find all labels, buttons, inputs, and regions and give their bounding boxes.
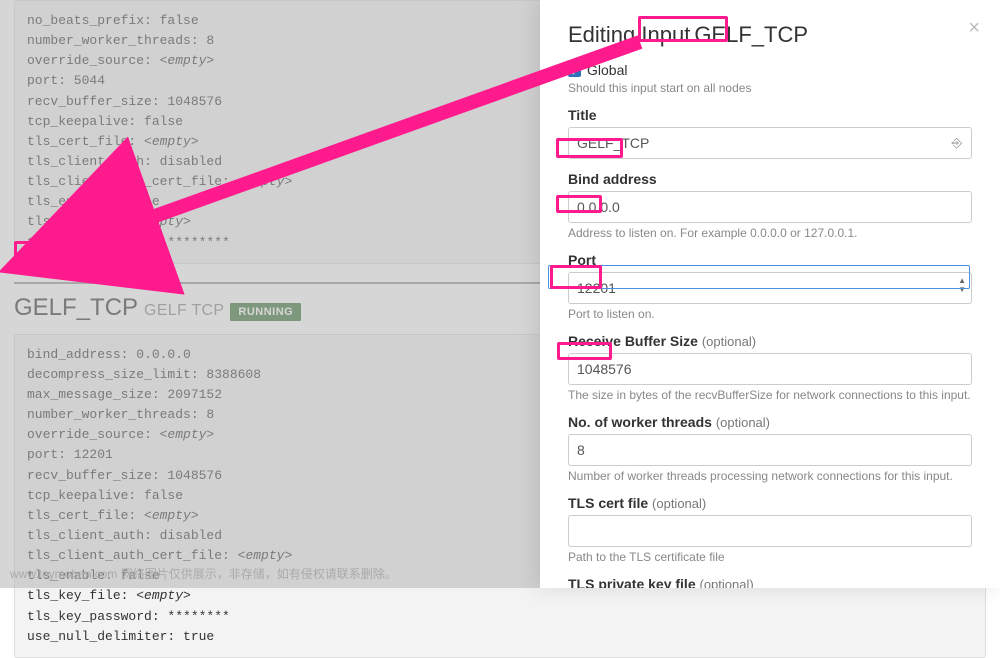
bind-address-label: Bind address bbox=[568, 171, 972, 187]
edit-input-modal: × Editing Input GELF_TCP Global Should t… bbox=[540, 0, 1000, 588]
worker-threads-label: No. of worker threads (optional) bbox=[568, 414, 972, 430]
tls-cert-help: Path to the TLS certificate file bbox=[568, 550, 972, 564]
modal-title-prefix: Editing Input bbox=[568, 22, 690, 48]
number-stepper[interactable]: ▲▼ bbox=[958, 276, 966, 294]
port-help: Port to listen on. bbox=[568, 307, 972, 321]
chevron-up-icon[interactable]: ▲ bbox=[958, 276, 966, 285]
port-label: Port bbox=[568, 252, 972, 268]
title-input[interactable] bbox=[568, 127, 972, 159]
global-label: Global bbox=[587, 62, 627, 78]
footer-note: www.toymoban.com 网络图片仅供展示，非存储，如有侵权请联系删除。 bbox=[10, 565, 397, 582]
tls-cert-label: TLS cert file (optional) bbox=[568, 495, 972, 511]
lock-icon: ⎆ bbox=[952, 135, 962, 151]
tls-key-label: TLS private key file (optional) bbox=[568, 576, 972, 588]
title-label: Title bbox=[568, 107, 972, 123]
recv-buffer-help: The size in bytes of the recvBufferSize … bbox=[568, 388, 972, 402]
bind-address-input[interactable] bbox=[568, 191, 972, 223]
close-icon[interactable]: × bbox=[968, 18, 980, 38]
port-input[interactable] bbox=[568, 272, 972, 304]
global-checkbox[interactable] bbox=[568, 64, 581, 77]
modal-title-name: GELF_TCP bbox=[694, 22, 808, 48]
worker-threads-help: Number of worker threads processing netw… bbox=[568, 469, 972, 483]
modal-title: Editing Input GELF_TCP bbox=[568, 22, 972, 48]
global-help: Should this input start on all nodes bbox=[568, 81, 972, 95]
chevron-down-icon[interactable]: ▼ bbox=[958, 285, 966, 294]
recv-buffer-input[interactable] bbox=[568, 353, 972, 385]
tls-cert-input[interactable] bbox=[568, 515, 972, 547]
config-row: tls_key_file: <empty> bbox=[27, 586, 973, 606]
recv-buffer-label: Receive Buffer Size (optional) bbox=[568, 333, 972, 349]
bind-address-help: Address to listen on. For example 0.0.0.… bbox=[568, 226, 972, 240]
config-row: use_null_delimiter: true bbox=[27, 627, 973, 647]
worker-threads-input[interactable] bbox=[568, 434, 972, 466]
config-row: tls_key_password: ******** bbox=[27, 607, 973, 627]
